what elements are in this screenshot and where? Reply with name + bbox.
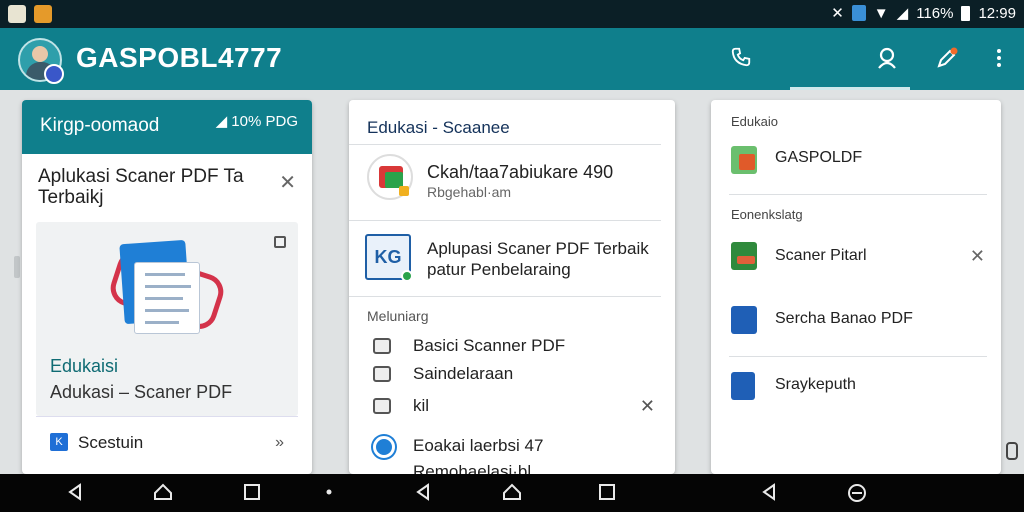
signal-icon: ◢ — [896, 5, 909, 22]
battery-percent: 116% — [916, 4, 954, 22]
app-icon: K — [50, 433, 68, 451]
back-icon[interactable] — [412, 482, 434, 504]
card-header-status: ◢ 10% PDG — [216, 112, 298, 130]
document-icon — [134, 262, 200, 334]
app-bar: GASPOBL4777 — [0, 28, 1024, 90]
doc-line — [145, 285, 191, 288]
list-item[interactable]: GASPOLDF — [775, 149, 862, 167]
list-item[interactable]: Sercha Banao PDF — [775, 310, 913, 328]
section-label: Meluniarg — [367, 308, 429, 324]
lock-icon[interactable] — [1006, 442, 1018, 460]
battery-icon — [961, 5, 971, 21]
document-file-icon — [731, 306, 757, 334]
folder-icon — [373, 338, 391, 354]
doc-line — [145, 297, 183, 300]
app-subtitle: Adukasi – Scaner PDF — [50, 382, 233, 402]
bluetooth-icon: ✕ — [831, 5, 844, 22]
app-list-card: Edukasi - Scaanee Ckah/taa7abiukare 490 … — [349, 100, 675, 474]
logo-shape — [399, 186, 409, 196]
dialog-title: Aplukasi Scaner PDF Ta Terbaikj — [38, 166, 244, 208]
pdf-file-icon — [731, 146, 757, 174]
file-accent — [737, 256, 755, 264]
footer-action-label[interactable]: Scestuin — [78, 433, 143, 453]
list-item[interactable]: Saindelaraan — [413, 364, 513, 384]
more-vert-icon[interactable] — [986, 46, 1012, 72]
close-icon[interactable]: ✕ — [640, 396, 655, 417]
doc-line — [145, 309, 189, 312]
document-file-icon — [731, 372, 755, 400]
section-label: Edukaio — [731, 114, 778, 129]
recents-icon[interactable] — [241, 482, 263, 504]
clock: 12:99 — [978, 4, 1016, 22]
app-name[interactable]: Ckah/taa7abiukare 490 — [427, 162, 613, 183]
scanner-file-icon — [731, 242, 757, 270]
status-icons: ✕ ▼ ◢ 116% 12:99 — [831, 4, 1016, 23]
list-item[interactable]: Sraykeputh — [775, 376, 856, 394]
list-item[interactable]: kil — [413, 396, 429, 416]
dot-icon — [318, 482, 340, 504]
nfc-icon — [851, 5, 866, 21]
save-icon[interactable] — [274, 236, 286, 248]
assistant-icon[interactable] — [846, 482, 868, 504]
scanner-app-icon[interactable]: KG — [365, 234, 413, 282]
section-label: Eonenkslatg — [731, 207, 803, 222]
app-developer: Rbgehabl·am — [427, 184, 512, 200]
file-accent — [739, 154, 755, 170]
divider — [349, 220, 661, 221]
app-title: GASPOBL4777 — [76, 42, 283, 73]
notification-icons — [8, 5, 52, 23]
search-icon[interactable] — [874, 46, 900, 72]
edge-handle — [14, 256, 20, 278]
forward-icon[interactable]: » — [275, 434, 284, 452]
card-header: Kirgp-oomaod ◢ 10% PDG — [22, 100, 312, 154]
app-name[interactable]: Aplupasi Scaner PDF Terbaik patur Penbel… — [427, 238, 657, 280]
list-item[interactable]: Basici Scanner PDF — [413, 336, 565, 356]
close-icon[interactable]: ✕ — [279, 170, 296, 195]
category-label: Edukaisi — [50, 356, 119, 376]
card-title: Edukasi - Scaanee — [367, 118, 510, 137]
divider — [349, 296, 661, 297]
folder-icon — [373, 398, 391, 414]
close-icon[interactable]: ✕ — [970, 246, 985, 267]
doc-line — [145, 321, 179, 324]
recent-files-card: Edukaio GASPOLDF Eonenkslatg Scaner Pita… — [711, 100, 1001, 474]
back-icon[interactable] — [758, 482, 780, 504]
divider — [729, 194, 987, 195]
notification-app-icon — [8, 5, 26, 23]
avatar-badge — [44, 64, 64, 84]
phone-icon[interactable] — [728, 46, 754, 72]
badge-icon — [401, 270, 413, 282]
status-bar: ✕ ▼ ◢ 116% 12:99 — [0, 0, 1024, 28]
list-item[interactable]: Scaner Pitarl — [775, 247, 867, 265]
avatar-head — [32, 46, 48, 62]
wifi-icon: ▼ — [873, 4, 889, 22]
home-icon[interactable] — [152, 482, 174, 504]
doc-line — [145, 273, 185, 276]
back-icon[interactable] — [64, 482, 86, 504]
navigation-bar — [0, 474, 1024, 512]
divider — [729, 356, 987, 357]
recents-icon[interactable] — [596, 482, 618, 504]
card-header-title: Kirgp-oomaod — [40, 115, 160, 136]
scanner-dialog-card: Kirgp-oomaod ◢ 10% PDG Aplukasi Scaner P… — [22, 100, 312, 474]
app-logo-icon[interactable] — [367, 154, 413, 200]
divider — [349, 144, 661, 145]
app-icon — [373, 436, 395, 458]
signal-icon: ◢ — [215, 113, 232, 130]
edit-icon[interactable] — [934, 46, 960, 72]
card-header-status-text: 10% PDG — [231, 113, 298, 130]
notification-app-icon — [34, 5, 52, 23]
divider — [36, 416, 298, 417]
list-item[interactable]: Eoakai laerbsi 47 — [413, 436, 543, 456]
home-icon[interactable] — [501, 482, 523, 504]
list-item[interactable]: Remohaelasi·bl — [413, 462, 531, 474]
folder-icon — [373, 366, 391, 382]
